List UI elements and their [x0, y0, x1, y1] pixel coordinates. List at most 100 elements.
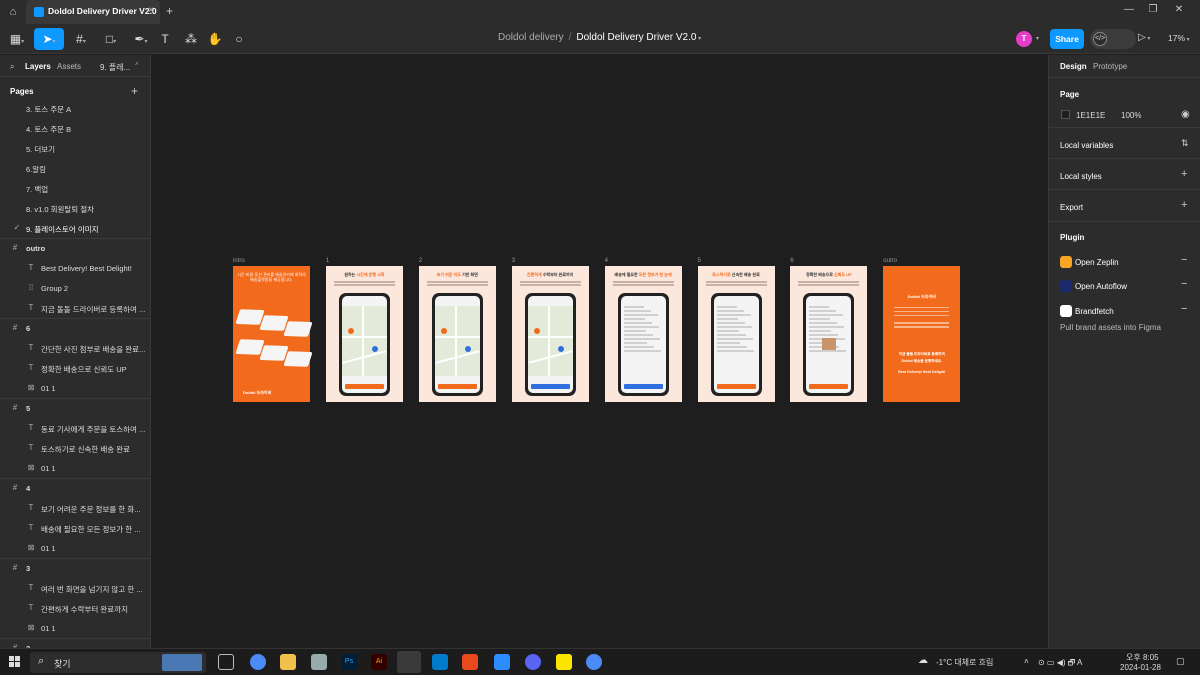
screen-frame[interactable]: 정확한 배송으로 신뢰도 UP: [790, 266, 868, 402]
text-tool-icon[interactable]: T: [154, 28, 176, 50]
screen-frame[interactable]: Doldol 드라이버 지금 돌돌 드라이버로 등록하여 Doldol 배송을 운행…: [883, 266, 961, 402]
layer-item[interactable]: ⁞⁞ Group 2: [0, 278, 150, 298]
windows-start-icon[interactable]: [9, 656, 21, 668]
screen-frame[interactable]: 원하는 시간에 운행 시작: [325, 266, 403, 402]
pen-tool-icon[interactable]: ✒▾: [130, 28, 152, 50]
clock-time[interactable]: 오후 8:05: [1126, 652, 1159, 663]
taskbar-search[interactable]: ⌕ 찾기: [30, 652, 206, 673]
project-name[interactable]: Doldol delivery: [498, 32, 564, 43]
notification-icon[interactable]: ▢: [1176, 656, 1185, 667]
layer-item[interactable]: T 간편하게 수락부터 완료까지: [0, 598, 150, 618]
screen-frame[interactable]: 배송에 필요한 모든 정보가 한 눈에: [604, 266, 682, 402]
remove-plugin-icon[interactable]: −: [1181, 254, 1187, 266]
layer-item[interactable]: #4: [0, 478, 150, 498]
app-icon[interactable]: [311, 654, 327, 670]
shape-tool-icon[interactable]: □▾: [100, 28, 122, 50]
tab-assets[interactable]: Assets: [57, 62, 81, 71]
screen-frame[interactable]: 시간·비용·동선 관리를 배송관리에 최적의 배송플랫폼을 제공합니다. Dold…: [233, 266, 313, 402]
chevron-up-icon[interactable]: ˄: [135, 62, 139, 68]
search-icon[interactable]: ⌕: [10, 62, 14, 72]
hand-tool-icon[interactable]: ✋: [204, 28, 226, 50]
layer-item[interactable]: T 여러 번 화면을 넘기지 않고 한 ...: [0, 578, 150, 598]
frame-label[interactable]: 5: [698, 258, 701, 264]
plugin-open-autoflow[interactable]: Open Autoflow: [1075, 282, 1127, 291]
layer-item[interactable]: T 동료 기사에게 주문을 토스하여 ...: [0, 418, 150, 438]
frame-label[interactable]: 1: [326, 258, 329, 264]
local-variables[interactable]: Local variables: [1060, 141, 1113, 150]
layer-item[interactable]: T 지금 돌돌 드라이버로 등록하여 ...: [0, 298, 150, 318]
app-icon[interactable]: [462, 654, 478, 670]
frame-label[interactable]: 3: [512, 258, 515, 264]
layer-item[interactable]: #6: [0, 318, 150, 338]
tab-design[interactable]: Design: [1060, 62, 1087, 71]
canvas[interactable]: intro 시간·비용·동선 관리를 배송관리에 최적의 배송플랫폼을 제공합니다…: [152, 55, 1048, 648]
layer-item[interactable]: ⊠ 01 1: [0, 458, 150, 478]
add-style-icon[interactable]: +: [1181, 168, 1187, 180]
add-export-icon[interactable]: +: [1181, 199, 1187, 211]
page-item[interactable]: 3. 토스 주문 A: [0, 98, 150, 118]
file-tab[interactable]: Doldol Delivery Driver V2.0 ×: [26, 0, 160, 24]
chevron-down-icon[interactable]: ▾: [1036, 35, 1039, 42]
page-opacity[interactable]: 100%: [1121, 111, 1141, 120]
layer-item[interactable]: T 보기 어려운 주문 정보를 한 화...: [0, 498, 150, 518]
frame-label[interactable]: 2: [419, 258, 422, 264]
layer-item[interactable]: #2: [0, 638, 150, 648]
tab-layers[interactable]: Layers: [25, 62, 51, 71]
main-menu-icon[interactable]: ▦▾: [6, 28, 28, 50]
illustrator-icon[interactable]: Ai: [371, 654, 387, 670]
new-tab-icon[interactable]: +: [166, 4, 173, 18]
layer-item[interactable]: T 간단한 사진 첨부로 배송을 완료...: [0, 338, 150, 358]
kakaotalk-icon[interactable]: [556, 654, 572, 670]
page-item[interactable]: ✓ 9. 플레이스토어 이미지: [0, 218, 150, 238]
layer-item[interactable]: T 배송에 필요한 모든 정보가 한 ...: [0, 518, 150, 538]
frame-tool-icon[interactable]: #▾: [70, 28, 92, 50]
tab-prototype[interactable]: Prototype: [1093, 62, 1127, 71]
page-color-swatch[interactable]: [1061, 110, 1070, 119]
page-item[interactable]: 8. v1.0 회원탈퇴 절차: [0, 198, 150, 218]
add-page-icon[interactable]: +: [131, 84, 138, 98]
layer-item[interactable]: T 정확한 배송으로 신뢰도 UP: [0, 358, 150, 378]
photoshop-icon[interactable]: Ps: [341, 654, 357, 670]
avatar[interactable]: T: [1016, 31, 1032, 47]
layer-item[interactable]: #5: [0, 398, 150, 418]
present-icon[interactable]: ▷ ▾: [1138, 32, 1150, 43]
layer-item[interactable]: ⊠ 01 1: [0, 378, 150, 398]
tray-icons[interactable]: ⊙ ▭ ◀) 🗗 A: [1038, 657, 1082, 671]
page-item[interactable]: 6.알림: [0, 158, 150, 178]
screen-frame[interactable]: 토스하기로 신속한 배송 완료: [697, 266, 775, 402]
frame-label[interactable]: intro: [233, 258, 245, 264]
remove-plugin-icon[interactable]: −: [1181, 278, 1187, 290]
chrome-icon[interactable]: [250, 654, 266, 670]
layer-item[interactable]: T Best Delivery! Best Delight!: [0, 258, 150, 278]
window-close-icon[interactable]: ✕: [1172, 4, 1186, 15]
frame-label[interactable]: 4: [605, 258, 608, 264]
screen-frame[interactable]: 보기 쉬운 지도 기반 화면: [418, 266, 496, 402]
figma-taskbar-icon[interactable]: [397, 651, 421, 673]
app-icon[interactable]: [525, 654, 541, 670]
move-tool-icon[interactable]: ➤▾: [34, 28, 64, 50]
restore-icon[interactable]: ❐: [1146, 4, 1160, 15]
tray-chevron-icon[interactable]: ˄: [1024, 657, 1029, 666]
current-page-selector[interactable]: 9. 플레...: [100, 62, 130, 73]
page-color-value[interactable]: 1E1E1E: [1076, 111, 1105, 120]
layer-item[interactable]: ⊠ 01 1: [0, 618, 150, 638]
home-icon[interactable]: ⌂: [6, 5, 20, 19]
layer-item[interactable]: # outro: [0, 238, 150, 258]
comment-tool-icon[interactable]: ○: [228, 28, 250, 50]
clock-date[interactable]: 2024-01-28: [1120, 663, 1161, 672]
page-item[interactable]: 7. 백업: [0, 178, 150, 198]
weather-text[interactable]: -1°C 대체로 흐림: [936, 657, 993, 668]
file-explorer-icon[interactable]: [280, 654, 296, 670]
remove-plugin-icon[interactable]: −: [1181, 303, 1187, 315]
share-button[interactable]: Share: [1050, 29, 1084, 49]
chrome-icon[interactable]: [586, 654, 602, 670]
resources-icon[interactable]: ⁂: [180, 28, 202, 50]
layer-item[interactable]: #3: [0, 558, 150, 578]
page-item[interactable]: 4. 토스 주문 B: [0, 118, 150, 138]
eye-icon[interactable]: ◉: [1181, 109, 1190, 120]
screen-frame[interactable]: 간편하게 수락부터 완료까지: [511, 266, 589, 402]
task-view-icon[interactable]: [218, 654, 234, 670]
plugin-open-zeplin[interactable]: Open Zeplin: [1075, 258, 1119, 267]
file-name[interactable]: Doldol Delivery Driver V2.0: [576, 32, 696, 43]
zoom-app-icon[interactable]: [494, 654, 510, 670]
